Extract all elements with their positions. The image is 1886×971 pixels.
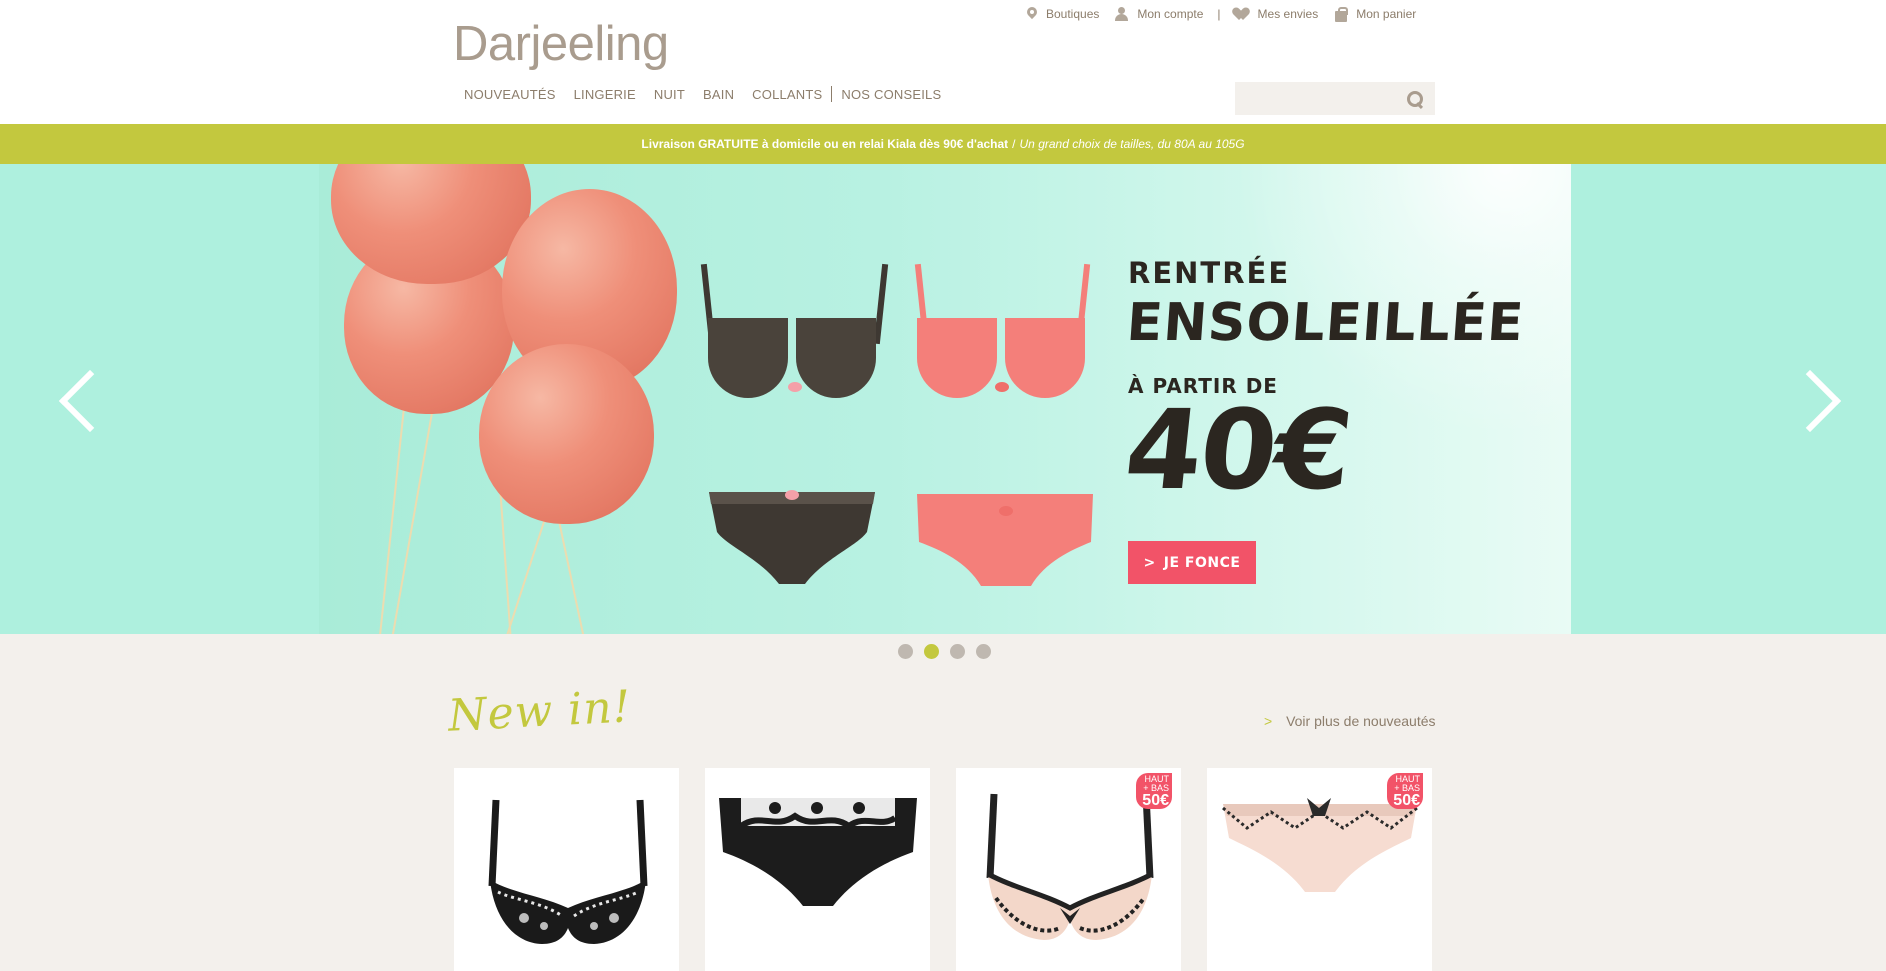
hero-slide[interactable]	[319, 164, 1571, 634]
carousel-dot-4[interactable]	[976, 644, 991, 659]
nav-item-collants[interactable]: COLLANTS	[743, 87, 831, 102]
account-link[interactable]: Mon compte	[1115, 5, 1203, 23]
more-new-link[interactable]: > Voir plus de nouveautés	[1264, 713, 1436, 729]
carousel-dot-1[interactable]	[898, 644, 913, 659]
promo-separator: /	[1012, 137, 1016, 151]
nav-item-lingerie[interactable]: LINGERIE	[565, 87, 645, 102]
header: Darjeeling Boutiques Mon compte | Mes en…	[0, 0, 1886, 124]
hero-cta-label: JE FONCE	[1163, 554, 1241, 571]
hero-panty-pink	[915, 490, 1095, 590]
carousel-next-arrow[interactable]	[1796, 368, 1836, 428]
cart-link[interactable]: Mon panier	[1334, 5, 1416, 23]
nav-item-nouveautes[interactable]: NOUVEAUTÉS	[455, 87, 565, 102]
product-image-black-shorty	[719, 798, 917, 906]
utility-separator: |	[1217, 7, 1221, 21]
nav-item-nos-conseils[interactable]: NOS CONSEILS	[832, 87, 950, 102]
product-card[interactable]: HAUT + BAS 50€	[956, 768, 1181, 971]
product-card[interactable]	[454, 768, 679, 971]
search-input[interactable]	[1235, 82, 1395, 115]
stores-link[interactable]: Boutiques	[1026, 5, 1099, 23]
balloon	[479, 344, 654, 524]
heart-icon	[1235, 7, 1250, 21]
promo-bold-text: Livraison GRATUITE à domicile ou en rela…	[641, 137, 1009, 151]
balloon	[331, 164, 531, 284]
search-box	[1235, 82, 1435, 115]
carousel-dots	[898, 644, 991, 659]
chevron-right-icon: >	[1143, 554, 1156, 571]
hero-line2: ENSOLEILLÉE	[1124, 293, 1527, 353]
hero-cta-button[interactable]: > JE FONCE	[1128, 541, 1256, 584]
hero-bra-dark	[700, 263, 889, 424]
search-icon[interactable]	[1405, 89, 1425, 109]
carousel-dot-3[interactable]	[950, 644, 965, 659]
logo[interactable]: Darjeeling	[453, 16, 669, 72]
hero-line1: RENTRÉE	[1128, 256, 1291, 290]
carousel-dot-2[interactable]	[924, 644, 939, 659]
main-nav: NOUVEAUTÉS LINGERIE NUIT BAIN COLLANTS N…	[455, 86, 950, 102]
utility-bar: Boutiques Mon compte | Mes envies Mon pa…	[1026, 5, 1432, 23]
hero-panty-dark	[707, 488, 877, 588]
price-badge: HAUT + BAS 50€	[1387, 773, 1423, 809]
hero-price: 40€	[1119, 386, 1357, 514]
wishlist-label: Mes envies	[1257, 7, 1319, 21]
nav-item-bain[interactable]: BAIN	[694, 87, 743, 102]
badge-price: 50€	[1142, 792, 1169, 809]
carousel-prev-arrow[interactable]	[52, 368, 92, 428]
user-icon	[1115, 7, 1129, 21]
promo-banner: Livraison GRATUITE à domicile ou en rela…	[0, 124, 1886, 164]
product-card[interactable]: HAUT + BAS 50€	[1207, 768, 1432, 971]
hero-carousel	[0, 164, 1886, 634]
shopping-bag-icon	[1334, 7, 1349, 22]
product-card[interactable]	[705, 768, 930, 971]
hero-bra-pink	[914, 263, 1091, 424]
price-badge: HAUT + BAS 50€	[1136, 773, 1172, 809]
more-new-label: Voir plus de nouveautés	[1286, 713, 1436, 729]
product-grid: HAUT + BAS 50€ HAUT + BAS 50€	[454, 768, 1432, 971]
account-label: Mon compte	[1137, 7, 1204, 21]
promo-italic-text: Un grand choix de tailles, du 80A au 105…	[1019, 137, 1245, 151]
chevron-right-icon: >	[1264, 713, 1273, 729]
product-image-black-bra	[488, 799, 648, 944]
new-in-title: New in!	[446, 681, 633, 742]
badge-price: 50€	[1393, 792, 1420, 809]
nav-item-nuit[interactable]: NUIT	[645, 87, 694, 102]
wishlist-link[interactable]: Mes envies	[1235, 5, 1319, 23]
cart-label: Mon panier	[1356, 7, 1417, 21]
stores-label: Boutiques	[1046, 7, 1100, 21]
location-pin-icon	[1026, 7, 1038, 21]
